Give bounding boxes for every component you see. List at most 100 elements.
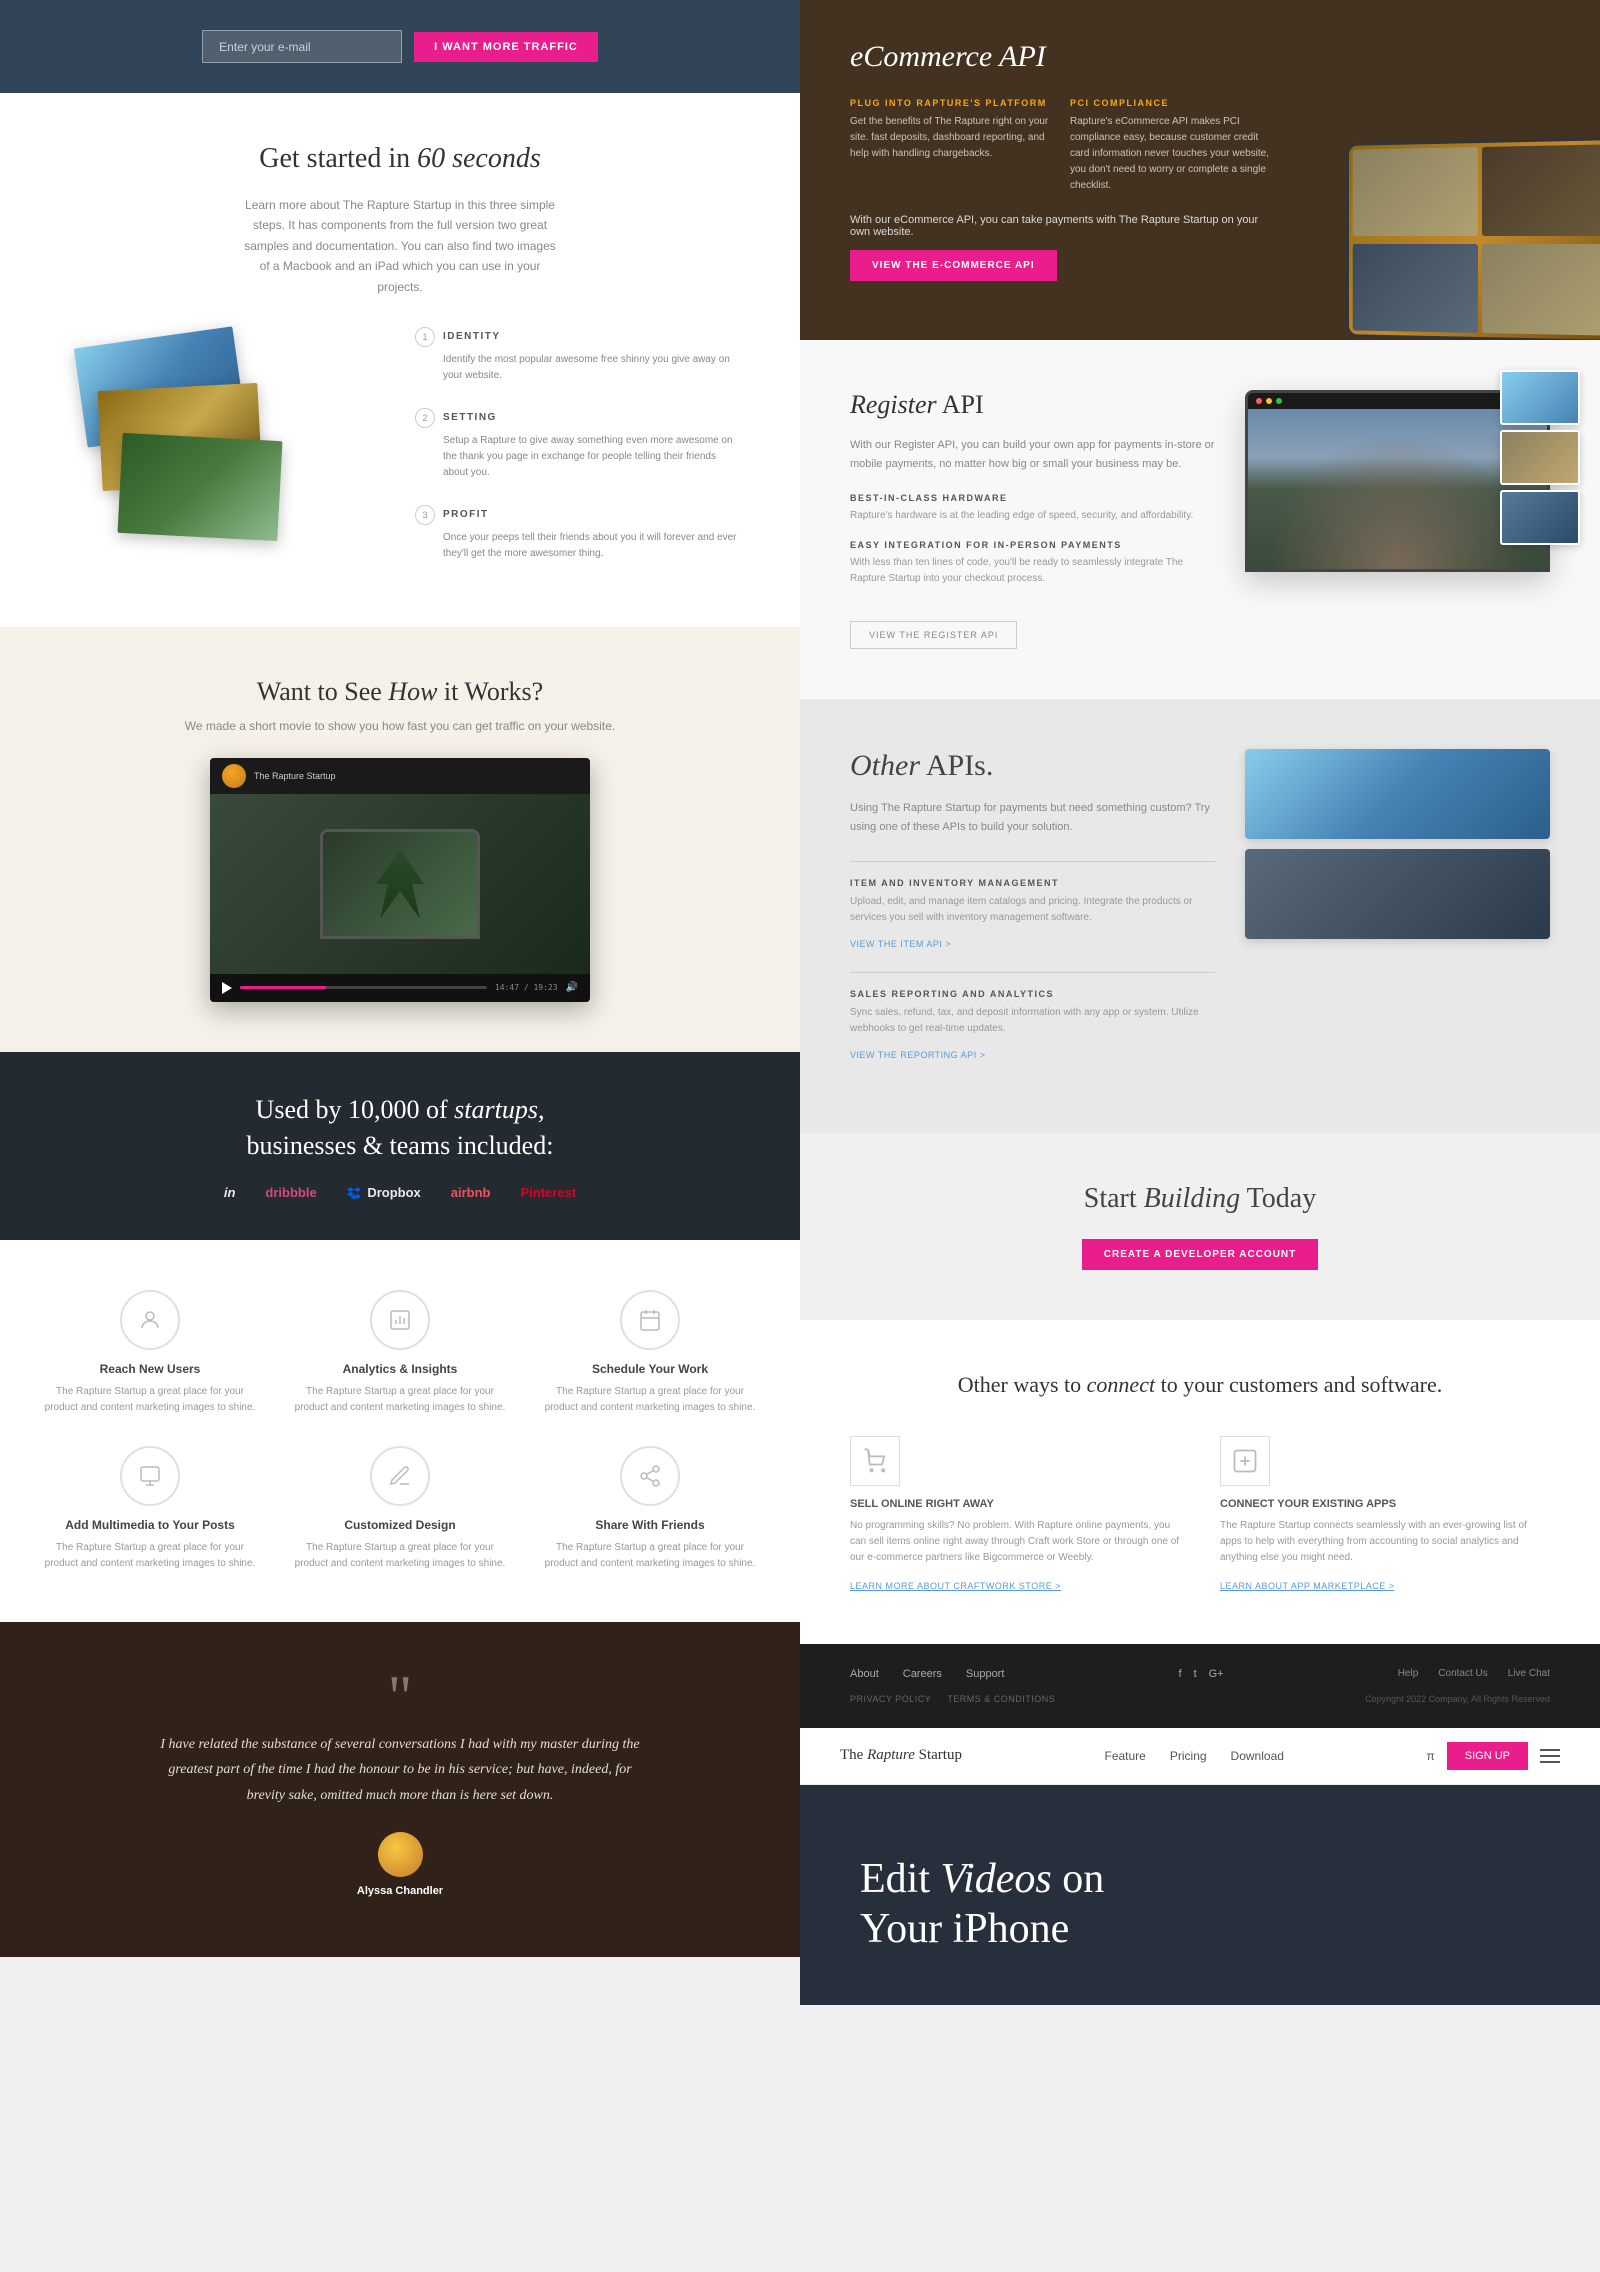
register-feature-title-0: BEST-IN-CLASS HARDWARE: [850, 493, 1215, 503]
create-developer-account-button[interactable]: CREATE A DEVELOPER ACCOUNT: [1082, 1239, 1319, 1270]
email-input[interactable]: [202, 30, 402, 63]
video-channel-name: The Rapture Startup: [254, 771, 336, 781]
footer-link-about[interactable]: About: [850, 1668, 879, 1680]
feature-item-0: Reach New Users The Rapture Startup a gr…: [40, 1290, 260, 1416]
get-started-section: Get started in 60 seconds Learn more abo…: [0, 93, 800, 627]
step-number-row-2: 2 SETTING: [415, 408, 740, 428]
footer-top: About Careers Support f t G+ Help Contac…: [850, 1668, 1550, 1680]
brand-invision: in: [224, 1185, 236, 1200]
signup-button[interactable]: SIGN UP: [1447, 1742, 1528, 1770]
register-desc: With our Register API, you can build you…: [850, 436, 1215, 473]
nav-link-download[interactable]: Download: [1231, 1749, 1284, 1763]
testimonial-avatar: [378, 1832, 423, 1877]
feature-title-1: Analytics & Insights: [290, 1362, 510, 1376]
ecommerce-col-pci: PCI COMPLIANCE Rapture's eCommerce API m…: [1070, 98, 1270, 194]
start-building-heading: Start Building Today: [850, 1183, 1550, 1215]
tablet-img-3: [1353, 244, 1478, 333]
footer-social-google[interactable]: G+: [1209, 1668, 1224, 1680]
feature-icon-3: [120, 1446, 180, 1506]
feature-item-3: Add Multimedia to Your Posts The Rapture…: [40, 1446, 260, 1572]
video-player[interactable]: The Rapture Startup 14:47 / 19:23 �: [210, 758, 590, 1002]
right-column: eCommerce API PLUG INTO RAPTURE'S PLATFO…: [800, 0, 1600, 2005]
step-circle-2: 2: [415, 408, 435, 428]
feature-title-0: Reach New Users: [40, 1362, 260, 1376]
footer-section: About Careers Support f t G+ Help Contac…: [800, 1644, 1600, 1728]
tablet-img-1: [1353, 147, 1478, 236]
start-building-section: Start Building Today CREATE A DEVELOPER …: [800, 1133, 1600, 1320]
video-time: 14:47 / 19:23: [495, 983, 558, 992]
photo-thumb-1: [1500, 370, 1580, 425]
footer-social-facebook[interactable]: f: [1179, 1668, 1182, 1680]
progress-bar[interactable]: [240, 986, 487, 989]
footer-link-support[interactable]: Support: [966, 1668, 1005, 1680]
video-content: [210, 794, 590, 974]
video-hero-section: Edit Videos on Your iPhone: [800, 1785, 1600, 2005]
api-link-1[interactable]: VIEW THE REPORTING API >: [850, 1050, 985, 1060]
footer-social: f t G+: [1179, 1668, 1224, 1680]
video-avatar: [222, 764, 246, 788]
play-button-icon[interactable]: [222, 982, 232, 994]
brand-dropbox: Dropbox: [347, 1185, 421, 1201]
nav-link-feature[interactable]: Feature: [1105, 1749, 1146, 1763]
left-column: I WANT MORE TRAFFIC Get started in 60 se…: [0, 0, 800, 2005]
register-feature-desc-1: With less than ten lines of code, you'll…: [850, 555, 1215, 587]
ecommerce-cta-button[interactable]: VIEW THE E-COMMERCE API: [850, 250, 1057, 281]
connect-link-0[interactable]: LEARN MORE ABOUT CRAFTWORK STORE >: [850, 1581, 1061, 1591]
ecommerce-hero-inner: eCommerce API PLUG INTO RAPTURE'S PLATFO…: [850, 40, 1270, 281]
tablet-img-4: [1482, 244, 1600, 336]
footer-legal-links: Privacy Policy Terms & Conditions: [850, 1694, 1055, 1704]
photos-overlay: [1500, 370, 1580, 545]
footer-privacy-link[interactable]: Privacy Policy: [850, 1694, 931, 1704]
footer-contact-link[interactable]: Contact Us: [1438, 1668, 1487, 1679]
feature-item-1: Analytics & Insights The Rapture Startup…: [290, 1290, 510, 1416]
video-laptop-screen: [323, 832, 477, 936]
ecommerce-title: eCommerce API: [850, 40, 1270, 74]
register-api-cta-button[interactable]: VIEW THE REGISTER API: [850, 621, 1017, 649]
hamburger-menu[interactable]: [1540, 1749, 1560, 1763]
ecommerce-pci-title: PCI COMPLIANCE: [1070, 98, 1270, 108]
other-apis-subtitle: Using The Rapture Startup for payments b…: [850, 799, 1215, 836]
photo-thumb-3: [1500, 490, 1580, 545]
connect-link-1[interactable]: LEARN ABOUT APP MARKETPLACE >: [1220, 1581, 1394, 1591]
video-laptop: [320, 829, 480, 939]
ecommerce-plug-desc: Get the benefits of The Rapture right on…: [850, 114, 1050, 162]
ecommerce-hero-section: eCommerce API PLUG INTO RAPTURE'S PLATFO…: [800, 0, 1600, 340]
video-hero-heading: Edit Videos on Your iPhone: [860, 1854, 1104, 1955]
ecommerce-cta-text: With our eCommerce API, you can take pay…: [850, 214, 1270, 238]
connect-section: Other ways to connect to your customers …: [800, 1320, 1600, 1644]
api-link-0[interactable]: VIEW THE ITEM API >: [850, 939, 951, 949]
feature-desc-2: The Rapture Startup a great place for yo…: [540, 1384, 760, 1416]
features-section: Reach New Users The Rapture Startup a gr…: [0, 1240, 800, 1622]
feature-desc-4: The Rapture Startup a great place for yo…: [290, 1540, 510, 1572]
step-item-3: 3 PROFIT Once your peeps tell their frie…: [415, 505, 740, 562]
steps-images: [60, 327, 385, 587]
register-feature-desc-0: Rapture's hardware is at the leading edg…: [850, 508, 1215, 524]
step-desc-3: Once your peeps tell their friends about…: [415, 530, 740, 562]
ecommerce-device: [1340, 140, 1600, 340]
footer-social-twitter[interactable]: t: [1194, 1668, 1197, 1680]
api-feature-desc-1: Sync sales, refund, tax, and deposit inf…: [850, 1005, 1215, 1037]
api-thumb-1: [1245, 849, 1550, 939]
hamburger-line-1: [1540, 1749, 1560, 1751]
brand-logos: in dribbble Dropbox airbnb Pinterest: [60, 1185, 740, 1201]
quote-mark: ": [388, 1682, 413, 1712]
hero-email-section: I WANT MORE TRAFFIC: [0, 0, 800, 93]
feature-icon-4: [370, 1446, 430, 1506]
nav-link-pricing[interactable]: Pricing: [1170, 1749, 1207, 1763]
footer-live-chat-link[interactable]: Live Chat: [1508, 1668, 1550, 1679]
volume-icon[interactable]: 🔊: [566, 982, 578, 993]
connect-heading: Other ways to connect to your customers …: [850, 1370, 1550, 1401]
footer-help-link[interactable]: Help: [1398, 1668, 1419, 1679]
step-number-row-3: 3 PROFIT: [415, 505, 740, 525]
footer-terms-link[interactable]: Terms & Conditions: [947, 1694, 1055, 1704]
ecommerce-cols: PLUG INTO RAPTURE'S PLATFORM Get the ben…: [850, 98, 1270, 194]
step-title-1: IDENTITY: [443, 331, 501, 342]
startup-nav-links: Feature Pricing Download: [1105, 1749, 1284, 1763]
video-controls[interactable]: 14:47 / 19:23 🔊: [210, 974, 590, 1002]
step-title-2: SETTING: [443, 412, 497, 423]
footer-bottom: Privacy Policy Terms & Conditions Copyri…: [850, 1694, 1550, 1704]
connect-item-1: CONNECT YOUR EXISTING APPS The Rapture S…: [1220, 1436, 1550, 1594]
footer-link-careers[interactable]: Careers: [903, 1668, 942, 1680]
api-feature-title-1: SALES REPORTING AND ANALYTICS: [850, 989, 1215, 999]
cta-button[interactable]: I WANT MORE TRAFFIC: [414, 32, 598, 62]
